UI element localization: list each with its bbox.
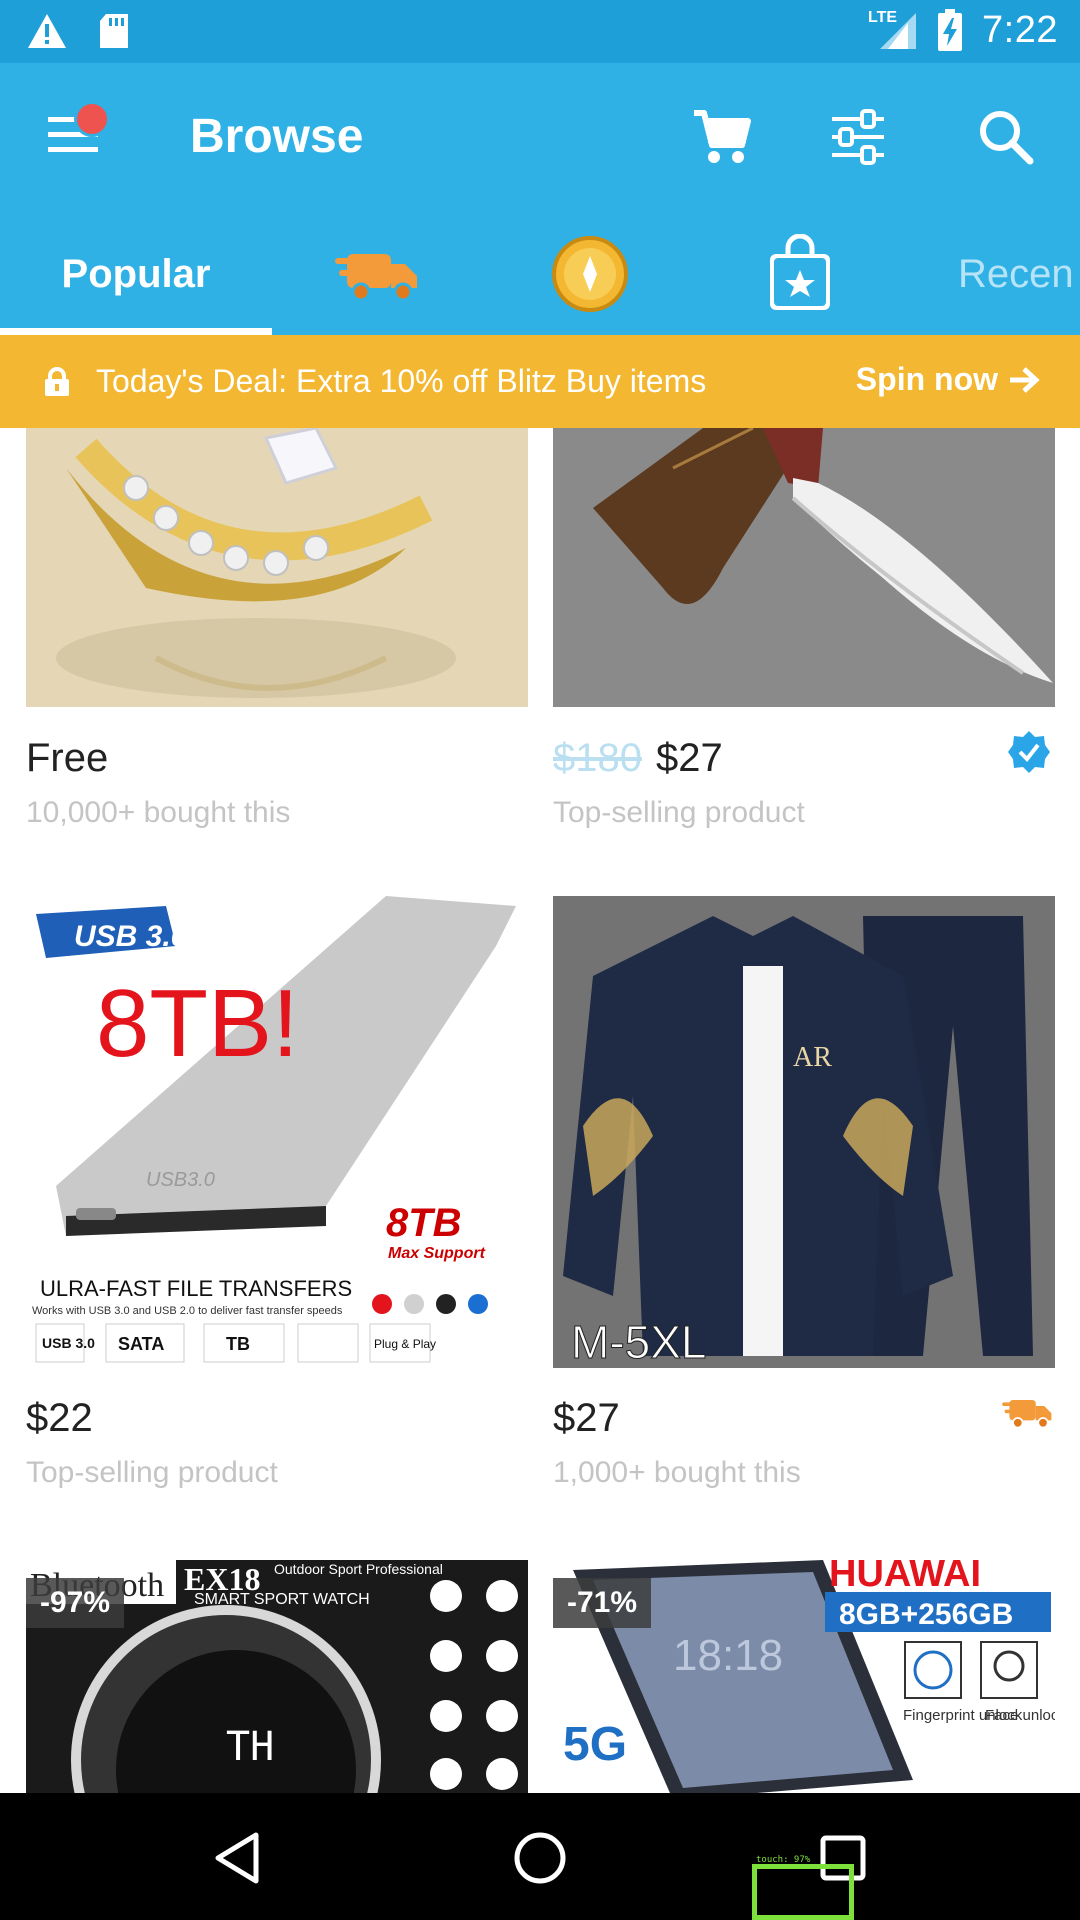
search-button[interactable] [974,105,1038,169]
tab-indicator [0,328,272,335]
transfer-text: ULRA-FAST FILE TRANSFERS [40,1276,352,1301]
tab-recent-label: Recen [958,251,1074,296]
back-icon [215,1832,259,1884]
chip-usb: USB 3.0 [42,1335,95,1351]
product-card[interactable]: 18:18 HUAWAI 8GB+256GB Fingerprint unloc… [553,1560,1055,1793]
product-grid: Free 10,000+ bought this $180 $27 Top-sel… [0,428,1080,1793]
tab-bar: Popular Recen [0,213,1080,335]
home-button[interactable] [505,1823,575,1893]
watch-desc1: Outdoor Sport Professional [274,1561,443,1577]
search-icon [980,111,1034,165]
knife-image [553,428,1055,707]
lock-icon [45,367,69,396]
hard-drive-image: USB 3.0 8TB! USB3.0 8TB Max Support ULRA… [26,896,528,1368]
discount-badge: -71% [553,1578,652,1628]
clock-time: 7:22 [982,8,1058,51]
brand-text: AR [793,1042,832,1073]
face-text: Face unlock [985,1707,1055,1724]
net-5g: 5G [563,1718,627,1771]
phone-clock: 18:18 [673,1631,783,1680]
huawei-phone-image: 18:18 HUAWAI 8GB+256GB Fingerprint unloc… [553,1560,1055,1793]
status-right: LTE 7:22 [868,8,1058,52]
transfer-sub: Works with USB 3.0 and USB 2.0 to delive… [32,1305,343,1317]
network-type: LTE [868,9,898,26]
sd-card-icon [100,14,128,48]
tracksuit-image: AR M-5XL [553,896,1055,1368]
notification-dot [74,101,110,137]
verified-check-icon [1008,731,1050,773]
status-bar: LTE 7:22 [0,0,1080,63]
product-subtitle: 1,000+ bought this [553,1456,801,1489]
deal-banner[interactable]: Today's Deal: Extra 10% off Blitz Buy it… [0,335,1080,428]
chip-sata: SATA [118,1334,164,1354]
discount-badge: -97% [26,1578,125,1628]
phone-brand: HUAWAI [829,1560,981,1595]
app-bar: Browse [0,63,1080,213]
product-price: $27 [553,1396,620,1440]
phone-spec: 8GB+256GB [839,1598,1013,1631]
size-range: M-5XL [571,1316,706,1368]
product-subtitle: Top-selling product [553,796,805,829]
arrow-right-icon [1010,366,1040,393]
product-price: $27 [655,736,723,780]
tab-wishlist[interactable] [740,213,860,335]
page-title: Browse [190,110,364,163]
navigation-bar [0,1793,1080,1920]
back-button[interactable] [202,1823,272,1893]
cart-icon [694,110,751,163]
tab-popular[interactable]: Popular [0,213,272,335]
cart-button[interactable] [690,105,754,169]
battery-charging-icon [938,9,963,51]
home-icon [514,1832,566,1884]
smart-watch-image: Bluetooth EX18 Outdoor Sport Professiona… [26,1560,528,1793]
tab-delivery[interactable] [318,213,438,335]
product-price: Free [26,736,109,780]
usb-label: USB 3.0 [74,920,188,953]
product-subtitle: Top-selling product [26,1456,278,1489]
chip-plug: Plug & Play [374,1337,436,1351]
original-price: $180 [553,736,642,780]
support-sub: Max Support [388,1245,486,1262]
product-card[interactable]: Bluetooth EX18 Outdoor Sport Professiona… [26,1560,528,1793]
product-price: $22 [26,1396,93,1440]
product-price-row: $180 $27 [553,736,723,781]
product-subtitle: 10,000+ bought this [26,796,291,829]
tab-recent[interactable]: Recen [958,213,1080,335]
tab-rewards[interactable] [530,213,650,335]
drive-label: USB3.0 [146,1169,215,1191]
status-left-icons [26,12,130,50]
product-card[interactable]: USB 3.0 8TB! USB3.0 8TB Max Support ULRA… [26,896,528,1536]
touch-indicator [752,1864,854,1920]
filter-icon [832,109,884,165]
deal-text: Today's Deal: Extra 10% off Blitz Buy it… [96,363,707,399]
coin-icon [552,236,628,312]
product-card[interactable]: AR M-5XL $27 1,000+ bought this [553,896,1055,1536]
signal-icon: LTE [868,9,918,51]
support-tb: 8TB [386,1201,462,1245]
filter-button[interactable] [826,105,890,169]
headline-8tb: 8TB! [96,970,299,1077]
spin-now-label: Spin now [855,361,998,397]
shopping-bag-star-icon [770,234,830,310]
watch-dial: TH [226,1724,274,1770]
spin-now-button[interactable]: Spin now [856,361,1040,398]
delivery-truck-icon [1002,1400,1052,1429]
gold-ring-image [26,428,528,707]
warning-icon [28,14,66,48]
product-card[interactable]: Free 10,000+ bought this [26,428,528,848]
tab-popular-label: Popular [61,251,211,296]
product-card[interactable]: $180 $27 Top-selling product [553,428,1055,848]
delivery-truck-icon [335,254,417,302]
chip-tb: TB [226,1334,250,1354]
